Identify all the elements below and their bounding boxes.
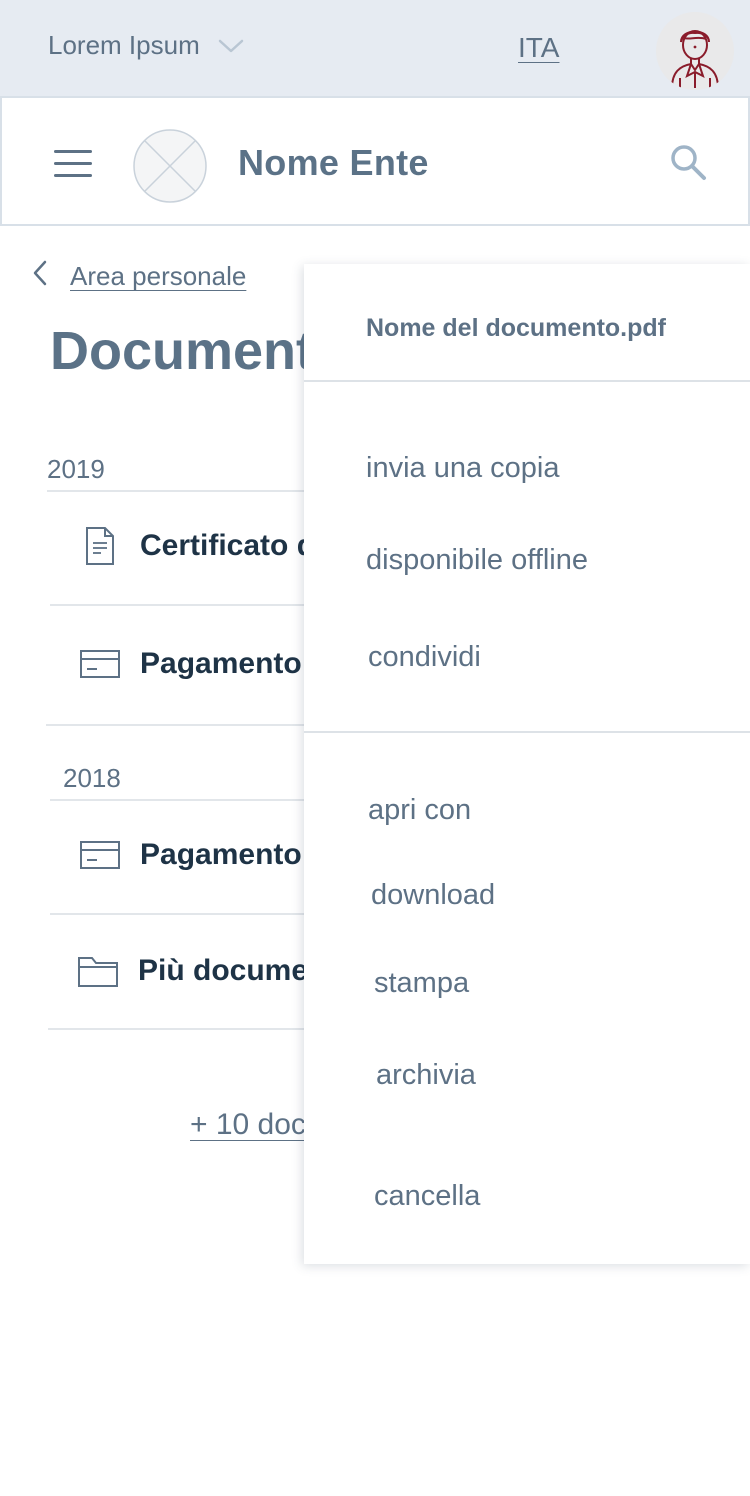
logo-placeholder-icon (132, 128, 208, 204)
credit-card-icon (78, 833, 122, 877)
credit-card-icon (78, 642, 122, 686)
more-documents-link[interactable]: + 10 doc (190, 1108, 306, 1142)
menu-title: Nome del documento.pdf (366, 314, 666, 342)
avatar[interactable] (656, 12, 734, 90)
brand-name: Nome Ente (238, 142, 429, 183)
list-item[interactable]: Più documen (76, 949, 326, 993)
list-item-title: Pagamento (140, 838, 302, 871)
menu-item-share[interactable]: condividi (368, 641, 481, 674)
menu-divider (304, 380, 750, 382)
page-title: Documenti (50, 321, 330, 381)
breadcrumb: Area personale (32, 260, 246, 293)
breadcrumb-link[interactable]: Area personale (70, 261, 246, 292)
divider (47, 490, 305, 492)
menu-item-download[interactable]: download (371, 879, 495, 912)
divider (50, 604, 305, 606)
menu-item-send-copy[interactable]: invia una copia (366, 452, 559, 485)
menu-divider (304, 731, 750, 733)
group-year-2019: 2019 (47, 454, 105, 484)
site-selector[interactable]: Lorem Ipsum (48, 30, 244, 61)
list-item[interactable]: Pagamento (78, 833, 302, 877)
divider (48, 1028, 305, 1030)
menu-item-open-with[interactable]: apri con (368, 794, 471, 827)
menu-hamburger-icon[interactable] (54, 150, 92, 178)
list-item-title: Certificato d (140, 529, 316, 562)
document-icon (78, 524, 122, 568)
menu-item-print[interactable]: stampa (374, 967, 469, 1000)
list-item-title: Più documen (138, 954, 327, 987)
divider (46, 724, 305, 726)
main-header: Nome Ente (0, 96, 750, 226)
site-selector-label: Lorem Ipsum (48, 30, 200, 60)
list-item[interactable]: Pagamento (78, 642, 302, 686)
menu-item-delete[interactable]: cancella (374, 1180, 480, 1213)
user-avatar-icon (671, 30, 719, 89)
top-utility-bar: Lorem Ipsum ITA (0, 0, 750, 96)
list-item[interactable]: Certificato d (78, 524, 315, 568)
search-icon[interactable] (668, 142, 708, 182)
folder-icon (76, 949, 120, 993)
menu-item-offline[interactable]: disponibile offline (366, 544, 588, 577)
divider (50, 913, 305, 915)
chevron-down-icon (218, 30, 244, 61)
language-selector[interactable]: ITA (518, 32, 559, 64)
menu-item-archive[interactable]: archivia (376, 1059, 476, 1092)
document-actions-menu: Nome del documento.pdf invia una copia d… (304, 264, 750, 1264)
chevron-left-icon[interactable] (32, 260, 48, 293)
list-item-title: Pagamento (140, 647, 302, 680)
group-year-2018: 2018 (63, 763, 121, 793)
divider (50, 799, 305, 801)
